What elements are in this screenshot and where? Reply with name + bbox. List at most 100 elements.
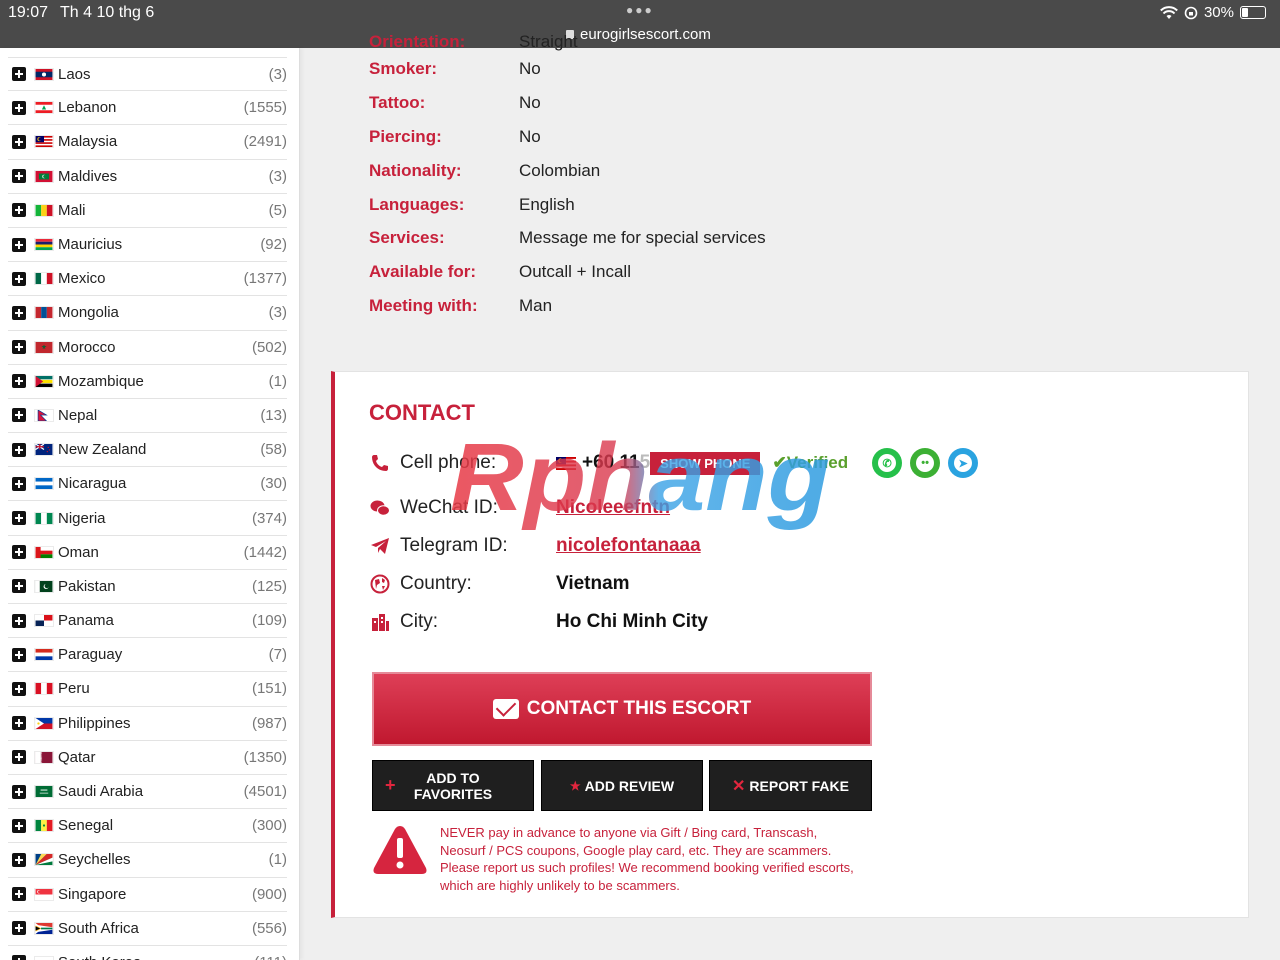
expand-plus-icon[interactable] (12, 442, 26, 457)
expand-plus-icon[interactable] (12, 408, 26, 423)
country-name[interactable]: Nepal (58, 407, 260, 424)
expand-plus-icon[interactable] (12, 134, 26, 149)
country-name[interactable]: Qatar (58, 749, 244, 766)
country-item[interactable]: Senegal (300) (8, 809, 287, 844)
expand-plus-icon[interactable] (12, 716, 26, 731)
country-name[interactable]: Philippines (58, 715, 252, 732)
country-name[interactable]: Senegal (58, 817, 252, 834)
country-item[interactable]: Qatar (1350) (8, 741, 287, 775)
country-count: (111) (254, 954, 287, 960)
country-name[interactable]: Mexico (58, 270, 244, 287)
expand-plus-icon[interactable] (12, 955, 26, 960)
wechat-icon[interactable]: •• (910, 448, 941, 478)
country-name[interactable]: South Korea (58, 954, 254, 960)
country-name[interactable]: South Africa (58, 920, 252, 937)
country-name[interactable]: Pakistan (58, 578, 252, 595)
country-item[interactable]: Lebanon (1555) (8, 91, 287, 126)
country-item[interactable]: Philippines (987) (8, 707, 287, 741)
expand-plus-icon[interactable] (12, 340, 26, 355)
country-item[interactable]: Seychelles (1) (8, 843, 287, 878)
country-item[interactable]: Laos (3) (8, 57, 287, 92)
country-count: (2491) (243, 133, 287, 151)
telegram-link[interactable]: nicolefontanaaa (556, 535, 701, 557)
expand-plus-icon[interactable] (12, 237, 26, 252)
expand-plus-icon[interactable] (12, 647, 26, 662)
mongolia-flag-icon (26, 306, 54, 320)
country-item[interactable]: Mexico (1377) (8, 262, 287, 297)
country-item[interactable]: South Africa (556) (8, 912, 287, 946)
country-item[interactable]: Paraguay (7) (8, 638, 287, 673)
globe-icon (369, 573, 391, 595)
whatsapp-icon[interactable]: ✆ (872, 448, 903, 478)
expand-plus-icon[interactable] (12, 305, 26, 320)
country-item[interactable]: New Zealand (58) (8, 433, 287, 468)
country-item[interactable]: Malaysia (2491) (8, 125, 287, 160)
country-item[interactable]: Nepal (13) (8, 399, 287, 434)
add-review-button[interactable]: ★ ADD REVIEW (541, 760, 703, 811)
country-name[interactable]: Mongolia (58, 304, 269, 321)
expand-plus-icon[interactable] (12, 818, 26, 833)
telegram-icon[interactable]: ➤ (948, 448, 979, 478)
expand-plus-icon[interactable] (12, 545, 26, 560)
country-name[interactable]: Maldives (58, 168, 269, 185)
expand-plus-icon[interactable] (12, 681, 26, 696)
country-item[interactable]: Mali (5) (8, 194, 287, 228)
expand-plus-icon[interactable] (12, 169, 26, 184)
country-count: (300) (251, 817, 287, 835)
report-fake-button[interactable]: ✕ REPORT FAKE (709, 760, 872, 811)
country-item[interactable]: Pakistan (125) (8, 570, 287, 604)
country-name[interactable]: Saudi Arabia (58, 783, 244, 800)
expand-plus-icon[interactable] (12, 750, 26, 765)
country-item[interactable]: Morocco (502) (8, 331, 287, 365)
country-item[interactable]: Saudi Arabia (4501) (8, 775, 287, 810)
wechat-link[interactable]: Nicoleeefntn (556, 497, 670, 519)
country-name[interactable]: Nicaragua (58, 475, 260, 492)
contact-escort-button[interactable]: CONTACT THIS ESCORT (372, 672, 872, 746)
country-item[interactable]: Mongolia (3) (8, 296, 287, 331)
country-name[interactable]: Seychelles (58, 851, 269, 868)
country-item[interactable]: South Korea(111) (8, 946, 287, 960)
expand-plus-icon[interactable] (12, 511, 26, 526)
expand-plus-icon[interactable] (12, 100, 26, 115)
country-item[interactable]: Peru (151) (8, 672, 287, 707)
country-count: (7) (268, 646, 287, 664)
expand-plus-icon[interactable] (12, 784, 26, 799)
country-item[interactable]: Mozambique (1) (8, 365, 287, 399)
country-name[interactable]: Mauricius (58, 236, 260, 253)
expand-plus-icon[interactable] (12, 374, 26, 389)
expand-plus-icon[interactable] (12, 271, 26, 286)
country-count: (3) (268, 304, 287, 322)
country-item[interactable]: Nigeria (374) (8, 501, 287, 536)
expand-plus-icon[interactable] (12, 921, 26, 936)
country-name[interactable]: Malaysia (58, 133, 244, 150)
country-item[interactable]: Oman (1442) (8, 536, 287, 570)
country-item[interactable]: Nicaragua (30) (8, 467, 287, 502)
expand-plus-icon[interactable] (12, 613, 26, 628)
expand-plus-icon[interactable] (12, 887, 26, 902)
country-name[interactable]: Paraguay (58, 646, 269, 663)
country-item[interactable]: Maldives (3) (8, 160, 287, 194)
country-item[interactable]: Mauricius (92) (8, 228, 287, 263)
country-name[interactable]: Oman (58, 544, 244, 561)
country-name[interactable]: Singapore (58, 886, 252, 903)
country-name[interactable]: Laos (58, 66, 269, 83)
country-name[interactable]: Mali (58, 202, 269, 219)
expand-plus-icon[interactable] (12, 852, 26, 867)
expand-plus-icon[interactable] (12, 579, 26, 594)
country-count: (502) (251, 338, 287, 356)
country-name[interactable]: Peru (58, 680, 252, 697)
country-name[interactable]: Morocco (58, 339, 252, 356)
add-favorites-button[interactable]: + ADD TO FAVORITES (372, 760, 534, 811)
country-name[interactable]: Nigeria (58, 510, 252, 527)
expand-plus-icon[interactable] (12, 476, 26, 491)
country-name[interactable]: Panama (58, 612, 252, 629)
country-name[interactable]: Lebanon (58, 99, 244, 116)
country-name[interactable]: New Zealand (58, 441, 260, 458)
show-phone-button[interactable]: SHOW PHONE (650, 451, 761, 475)
country-item[interactable]: Panama (109) (8, 604, 287, 639)
country-item[interactable]: Singapore (900) (8, 878, 287, 912)
expand-plus-icon[interactable] (12, 67, 26, 82)
expand-plus-icon[interactable] (12, 203, 26, 218)
country-name[interactable]: Mozambique (58, 373, 269, 390)
more-dots-icon[interactable]: ●●● (626, 3, 654, 17)
